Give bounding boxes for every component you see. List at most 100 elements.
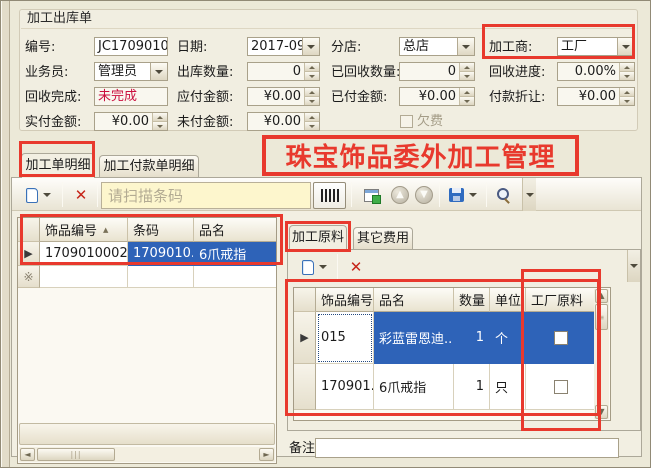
salesperson-combobox[interactable]: 管理员 — [94, 62, 168, 81]
tab-processing-materials[interactable]: 加工原料 — [289, 225, 347, 250]
spin-buttons[interactable] — [459, 88, 474, 105]
date-combobox[interactable]: 2017-09-0 — [247, 37, 320, 56]
batch-add-button[interactable] — [356, 183, 386, 207]
branch-dropdown-button[interactable] — [457, 38, 474, 55]
spin-up-button[interactable] — [460, 63, 474, 72]
tab-processing-detail[interactable]: 加工单明细 — [21, 153, 95, 178]
factory-material-checkbox[interactable] — [554, 380, 568, 394]
cell-code[interactable]: 1709010002 — [40, 242, 128, 266]
spin-buttons[interactable] — [152, 113, 167, 130]
processor-combobox[interactable]: 工厂 — [557, 37, 635, 56]
move-up-button[interactable]: ▲ — [390, 185, 410, 205]
spin-up-button[interactable] — [460, 88, 474, 97]
vertical-scrollbar[interactable]: ▲ ≡ ▼ — [594, 289, 609, 419]
paid-amount-spinner[interactable]: ¥0.00 — [399, 87, 475, 106]
spin-buttons[interactable] — [619, 63, 634, 80]
move-down-button[interactable]: ▼ — [414, 185, 434, 205]
column-header-name[interactable]: 品名 — [194, 218, 276, 242]
spin-down-button[interactable] — [620, 97, 634, 105]
scroll-right-button[interactable]: ► — [259, 448, 274, 461]
spin-buttons[interactable] — [304, 88, 319, 105]
tab-other-fees[interactable]: 其它费用 — [353, 227, 413, 250]
spin-up-button[interactable] — [620, 88, 634, 97]
payable-amount-spinner[interactable]: ¥0.00 — [247, 87, 320, 106]
table-row[interactable]: 170901... 6爪戒指 1 只 — [294, 364, 595, 410]
cell-barcode[interactable]: 1709010... — [128, 242, 194, 266]
table-row[interactable]: ▶ 015 彩蓝雷恩迪... 1 个 — [294, 312, 595, 364]
factory-material-checkbox[interactable] — [554, 331, 568, 345]
spin-down-button[interactable] — [305, 122, 319, 130]
spin-buttons[interactable] — [459, 63, 474, 80]
column-header-factory-material[interactable]: 工厂原料 — [526, 288, 595, 312]
materials-toolbar-overflow-button[interactable] — [627, 250, 640, 282]
column-header-qty[interactable]: 数量 — [454, 288, 490, 312]
scrollbar-thumb[interactable]: ||| — [37, 448, 115, 461]
cell-empty[interactable] — [194, 266, 276, 288]
scroll-left-button[interactable]: ◄ — [20, 448, 35, 461]
table-row[interactable]: ▶ 1709010002 1709010... 6爪戒指 — [18, 242, 276, 266]
cell-qty[interactable]: 1 — [454, 312, 490, 364]
cell-qty[interactable]: 1 — [454, 364, 490, 410]
scan-barcode-input[interactable] — [101, 182, 311, 209]
tab-processing-payment-detail[interactable]: 加工付款单明细 — [99, 155, 199, 178]
spin-up-button[interactable] — [620, 63, 634, 72]
scroll-down-button[interactable]: ▼ — [595, 405, 608, 419]
unpaid-amount-spinner[interactable]: ¥0.00 — [247, 112, 320, 131]
add-row-button[interactable] — [18, 183, 58, 207]
new-row[interactable]: ※ — [18, 266, 276, 288]
spin-buttons[interactable] — [619, 88, 634, 105]
spin-up-button[interactable] — [305, 88, 319, 97]
left-splitter[interactable] — [1, 1, 10, 468]
column-header-unit[interactable]: 单位 — [490, 288, 526, 312]
payment-discount-spinner[interactable]: ¥0.00 — [557, 87, 635, 106]
remark-input[interactable] — [315, 438, 619, 458]
horizontal-scrollbar[interactable]: ◄ ||| ► — [19, 447, 275, 462]
cell-code[interactable]: 170901... — [316, 364, 374, 410]
spin-down-button[interactable] — [620, 72, 634, 80]
scan-barcode-field[interactable] — [101, 182, 311, 209]
column-header-name[interactable]: 品名 — [374, 288, 454, 312]
scrollbar-thumb[interactable]: ≡ — [595, 304, 608, 330]
cell-unit[interactable]: 只 — [490, 364, 526, 410]
cell-empty[interactable] — [128, 266, 194, 288]
recovered-qty-spinner[interactable]: 0 — [399, 62, 475, 81]
spin-buttons[interactable] — [304, 113, 319, 130]
outbound-qty-spinner[interactable]: 0 — [247, 62, 320, 81]
cell-name[interactable]: 6爪戒指 — [374, 364, 454, 410]
spin-up-button[interactable] — [305, 113, 319, 122]
actual-paid-spinner[interactable]: ¥0.00 — [94, 112, 168, 131]
current-row-indicator: ▶ — [18, 242, 40, 266]
spin-down-button[interactable] — [305, 97, 319, 105]
save-button[interactable] — [444, 183, 482, 207]
spin-down-button[interactable] — [460, 97, 474, 105]
scroll-up-button[interactable]: ▲ — [595, 289, 608, 303]
search-button[interactable] — [490, 183, 518, 207]
processor-dropdown-button[interactable] — [617, 38, 634, 55]
cell-name[interactable]: 6爪戒指 — [194, 242, 276, 266]
delete-row-button[interactable]: ✕ — [67, 183, 95, 207]
number-value: JC17090100 — [95, 38, 167, 55]
cell-unit[interactable]: 个 — [490, 312, 526, 364]
spin-up-button[interactable] — [305, 63, 319, 72]
remark-field[interactable] — [315, 438, 619, 458]
cell-empty[interactable] — [40, 266, 128, 288]
branch-combobox[interactable]: 总店 — [399, 37, 475, 56]
column-header-code[interactable]: 饰品编号 ▲ — [40, 218, 128, 242]
cell-name[interactable]: 彩蓝雷恩迪... — [374, 312, 454, 364]
materials-add-row-button[interactable] — [295, 255, 333, 279]
spin-down-button[interactable] — [153, 122, 167, 130]
number-input[interactable]: JC17090100 — [94, 37, 168, 56]
recovery-progress-spinner[interactable]: 0.00% — [557, 62, 635, 81]
spin-down-button[interactable] — [460, 72, 474, 80]
spin-up-button[interactable] — [153, 113, 167, 122]
spin-buttons[interactable] — [304, 63, 319, 80]
column-header-barcode[interactable]: 条码 — [128, 218, 194, 242]
spin-down-button[interactable] — [305, 72, 319, 80]
materials-delete-row-button[interactable]: ✕ — [342, 255, 370, 279]
toolbar-overflow-button[interactable] — [522, 178, 536, 211]
salesperson-dropdown-button[interactable] — [150, 63, 167, 80]
barcode-button[interactable] — [313, 182, 346, 209]
date-dropdown-button[interactable] — [302, 38, 319, 55]
cell-code[interactable]: 015 — [316, 312, 374, 364]
column-header-code[interactable]: 饰品编号 — [316, 288, 374, 312]
